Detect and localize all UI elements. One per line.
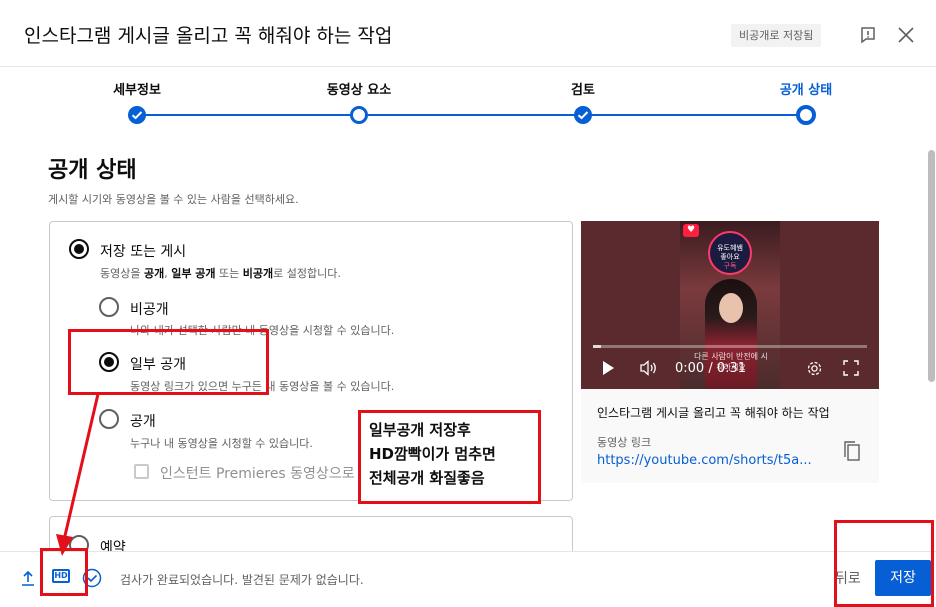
instant-premiere-checkbox[interactable] — [134, 464, 149, 479]
step-checks-label[interactable]: 검토 — [571, 79, 595, 98]
checks-status-text: 검사가 완료되었습니다. 발견된 문제가 없습니다. — [120, 573, 364, 587]
upload-dialog: 인스타그램 게시글 올리고 꼭 해줘야 하는 작업 비공개로 저장됨 세부정보 … — [0, 0, 936, 607]
video-preview-card: ♥ 유도혜쌤 좋아요 구독 다른 사람이 반전에 시작하세요 0:00 / 0:… — [581, 221, 879, 483]
video-link-label: 동영상 링크 — [597, 436, 652, 449]
save-or-publish-label: 저장 또는 게시 — [100, 244, 187, 260]
public-radio[interactable] — [99, 409, 119, 429]
subscribe-badge-text: 유도혜쌤 좋아요 구독 — [717, 244, 743, 270]
step-visibility-dot[interactable] — [796, 105, 816, 125]
upload-arrow-icon[interactable] — [20, 569, 36, 587]
annotation-note: 일부공개 저장후 HD깜빡이가 멈추면 전체공개 화질좋음 — [358, 410, 541, 504]
public-desc: 누구나 내 동영상을 시청할 수 있습니다. — [130, 437, 313, 450]
volume-icon[interactable] — [639, 360, 659, 380]
step-video-elements-dot[interactable] — [350, 106, 368, 124]
video-presenter-face — [719, 293, 743, 323]
hd-highlight-box — [40, 548, 88, 596]
draft-status-badge: 비공개로 저장됨 — [731, 24, 822, 47]
settings-gear-icon[interactable] — [806, 360, 823, 381]
dialog-header: 인스타그램 게시글 올리고 꼭 해줘야 하는 작업 비공개로 저장됨 — [0, 0, 936, 67]
video-player[interactable]: ♥ 유도혜쌤 좋아요 구독 다른 사람이 반전에 시작하세요 0:00 / 0:… — [581, 221, 879, 389]
copy-icon[interactable] — [843, 440, 861, 462]
close-icon[interactable] — [894, 23, 918, 47]
unlisted-highlight-box — [68, 329, 269, 395]
step-video-elements-label[interactable]: 동영상 요소 — [327, 79, 391, 98]
save-or-publish-radio[interactable] — [69, 239, 89, 259]
instant-premiere-label: 인스턴트 Premieres 동영상으로 설정 — [160, 466, 385, 482]
public-label: 공개 — [130, 414, 156, 430]
dialog-scrollbar[interactable] — [928, 150, 935, 382]
upload-stepper: 세부정보 동영상 요소 검토 공개 상태 — [0, 67, 936, 133]
private-radio[interactable] — [99, 297, 119, 317]
step-details-label[interactable]: 세부정보 — [113, 79, 161, 98]
save-highlight-box — [834, 520, 934, 607]
step-details-done-icon[interactable] — [128, 106, 146, 124]
dialog-title: 인스타그램 게시글 올리고 꼭 해줘야 하는 작업 — [24, 25, 393, 47]
stepper-track — [137, 114, 806, 116]
fullscreen-icon[interactable] — [843, 360, 859, 380]
video-progress-fill — [593, 345, 601, 348]
video-link[interactable]: https://youtube.com/shorts/t5a... — [597, 453, 812, 468]
video-time: 0:00 / 0:31 — [675, 361, 747, 376]
save-or-publish-desc: 동영상을 공개, 일부 공개 또는 비공개로 설정합니다. — [100, 267, 341, 280]
visibility-subtitle: 게시할 시기와 동영상을 볼 수 있는 사람을 선택하세요. — [48, 193, 299, 206]
dialog-footer: HD 검사가 완료되었습니다. 발견된 문제가 없습니다. 뒤로 저장 — [0, 551, 936, 607]
play-icon[interactable] — [601, 360, 615, 380]
heart-icon: ♥ — [683, 224, 699, 237]
step-checks-done-icon[interactable] — [574, 106, 592, 124]
visibility-heading: 공개 상태 — [48, 158, 137, 183]
video-progress-bar[interactable] — [593, 345, 867, 348]
private-label: 비공개 — [130, 302, 169, 318]
report-issue-icon[interactable] — [856, 23, 880, 47]
step-visibility-label[interactable]: 공개 상태 — [780, 79, 832, 98]
video-title: 인스타그램 게시글 올리고 꼭 해줘야 하는 작업 — [597, 406, 830, 420]
